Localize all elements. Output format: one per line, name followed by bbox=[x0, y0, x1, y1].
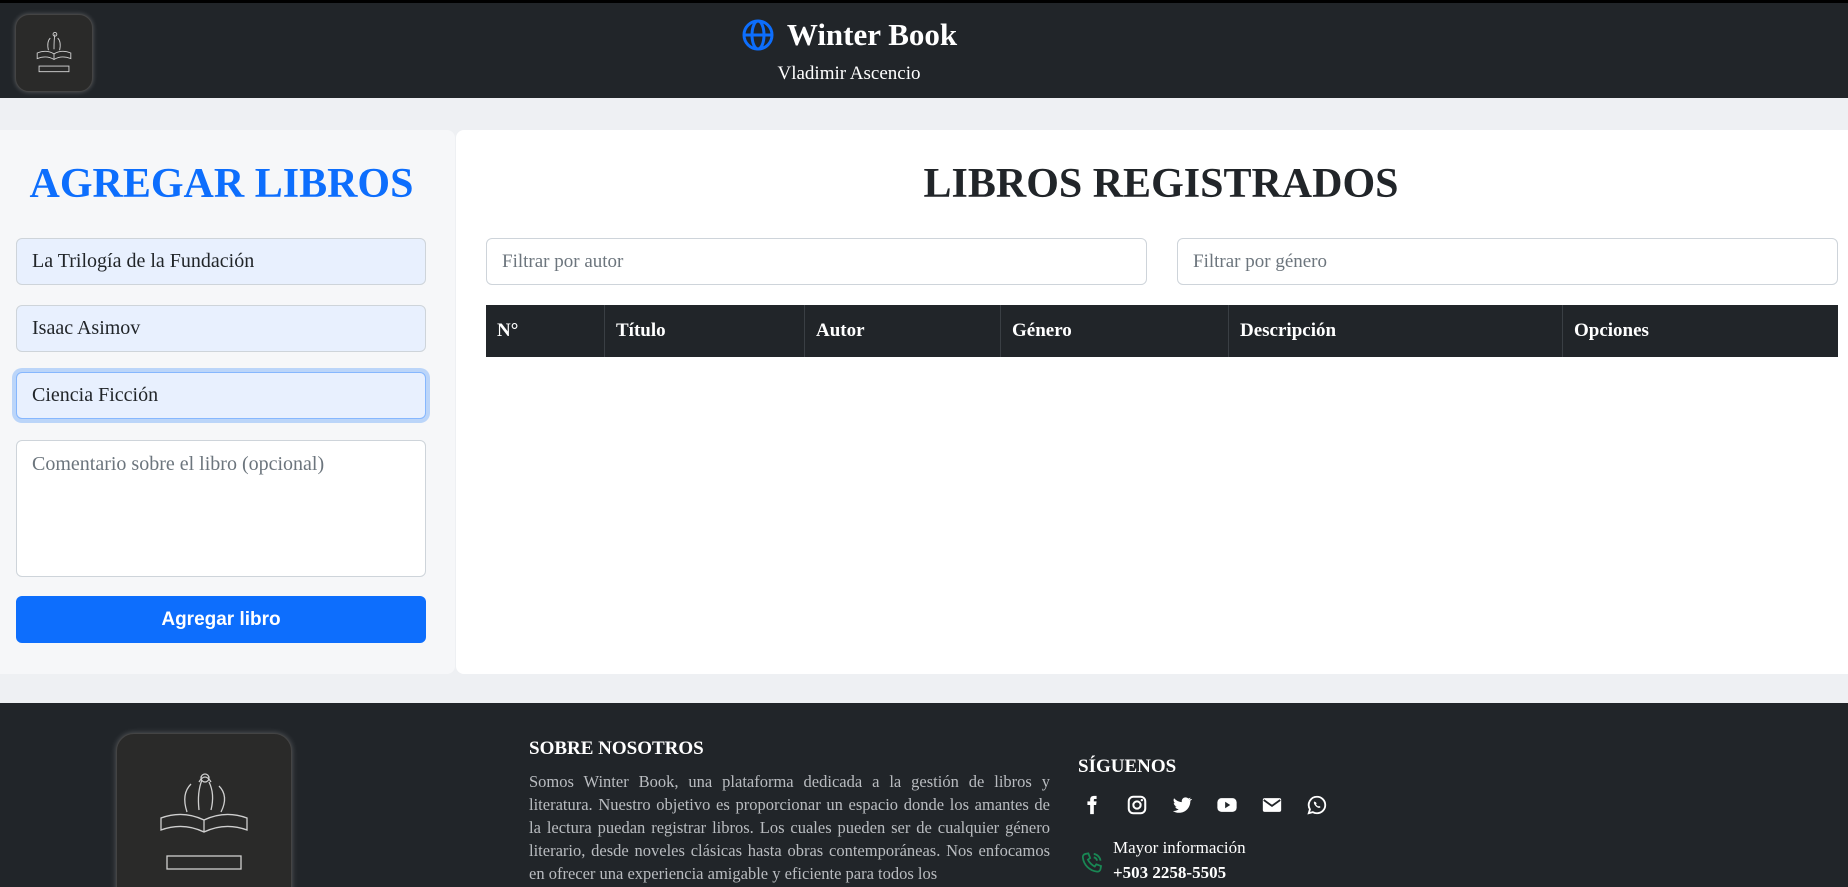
registered-books-panel: LIBROS REGISTRADOS Filtrar por autor Fil… bbox=[456, 130, 1848, 674]
twitter-icon[interactable] bbox=[1168, 791, 1195, 818]
app-title: Winter Book bbox=[786, 17, 958, 52]
footer-logo bbox=[116, 733, 292, 887]
about-us-text: Somos Winter Book, una plataforma dedica… bbox=[529, 772, 1050, 883]
column-options: Opciones bbox=[1574, 320, 1649, 341]
follow-us-heading: SÍGUENOS bbox=[1078, 756, 1177, 777]
filter-author-input[interactable]: Filtrar por autor bbox=[486, 238, 1147, 285]
social-links bbox=[1078, 791, 1330, 818]
instagram-icon[interactable] bbox=[1123, 791, 1150, 818]
email-icon[interactable] bbox=[1258, 791, 1285, 818]
book-title-input[interactable]: La Trilogía de la Fundación bbox=[16, 238, 426, 285]
registered-books-heading: LIBROS REGISTRADOS bbox=[923, 161, 1399, 207]
footer: SOBRE NOSOTROS Somos Winter Book, una pl… bbox=[0, 703, 1848, 887]
books-table-header: N° Título Autor Género Descripción Opcio… bbox=[486, 305, 1838, 357]
brand: Winter Book Vladimir Ascencio bbox=[0, 17, 1698, 85]
column-number: N° bbox=[486, 305, 605, 357]
contact-phone[interactable]: +503 2258-5505 bbox=[1113, 863, 1226, 883]
add-book-panel: AGREGAR LIBROS La Trilogía de la Fundaci… bbox=[0, 130, 455, 674]
add-books-heading: AGREGAR LIBROS bbox=[29, 161, 414, 207]
globe-icon bbox=[741, 18, 775, 52]
book-author-input[interactable]: Isaac Asimov bbox=[16, 305, 426, 352]
book-comment-textarea[interactable]: Comentario sobre el libro (opcional) bbox=[16, 440, 426, 577]
add-book-button[interactable]: Agregar libro bbox=[16, 596, 426, 643]
column-author: Autor bbox=[805, 305, 1001, 357]
filter-genre-input[interactable]: Filtrar por género bbox=[1177, 238, 1838, 285]
column-genre: Género bbox=[1001, 305, 1229, 357]
youtube-icon[interactable] bbox=[1213, 791, 1240, 818]
whatsapp-icon[interactable] bbox=[1303, 791, 1330, 818]
phone-icon bbox=[1081, 852, 1103, 873]
author-name: Vladimir Ascencio bbox=[777, 63, 921, 84]
about-us-heading: SOBRE NOSOTROS bbox=[529, 738, 704, 759]
book-genre-input[interactable]: Ciencia Ficción bbox=[16, 372, 426, 419]
facebook-icon[interactable] bbox=[1078, 791, 1105, 818]
book-logo-icon bbox=[160, 773, 248, 870]
top-navbar: Winter Book Vladimir Ascencio bbox=[0, 0, 1848, 98]
column-title: Título bbox=[605, 305, 805, 357]
column-description: Descripción bbox=[1229, 305, 1563, 357]
more-info-label: Mayor información bbox=[1113, 838, 1246, 857]
